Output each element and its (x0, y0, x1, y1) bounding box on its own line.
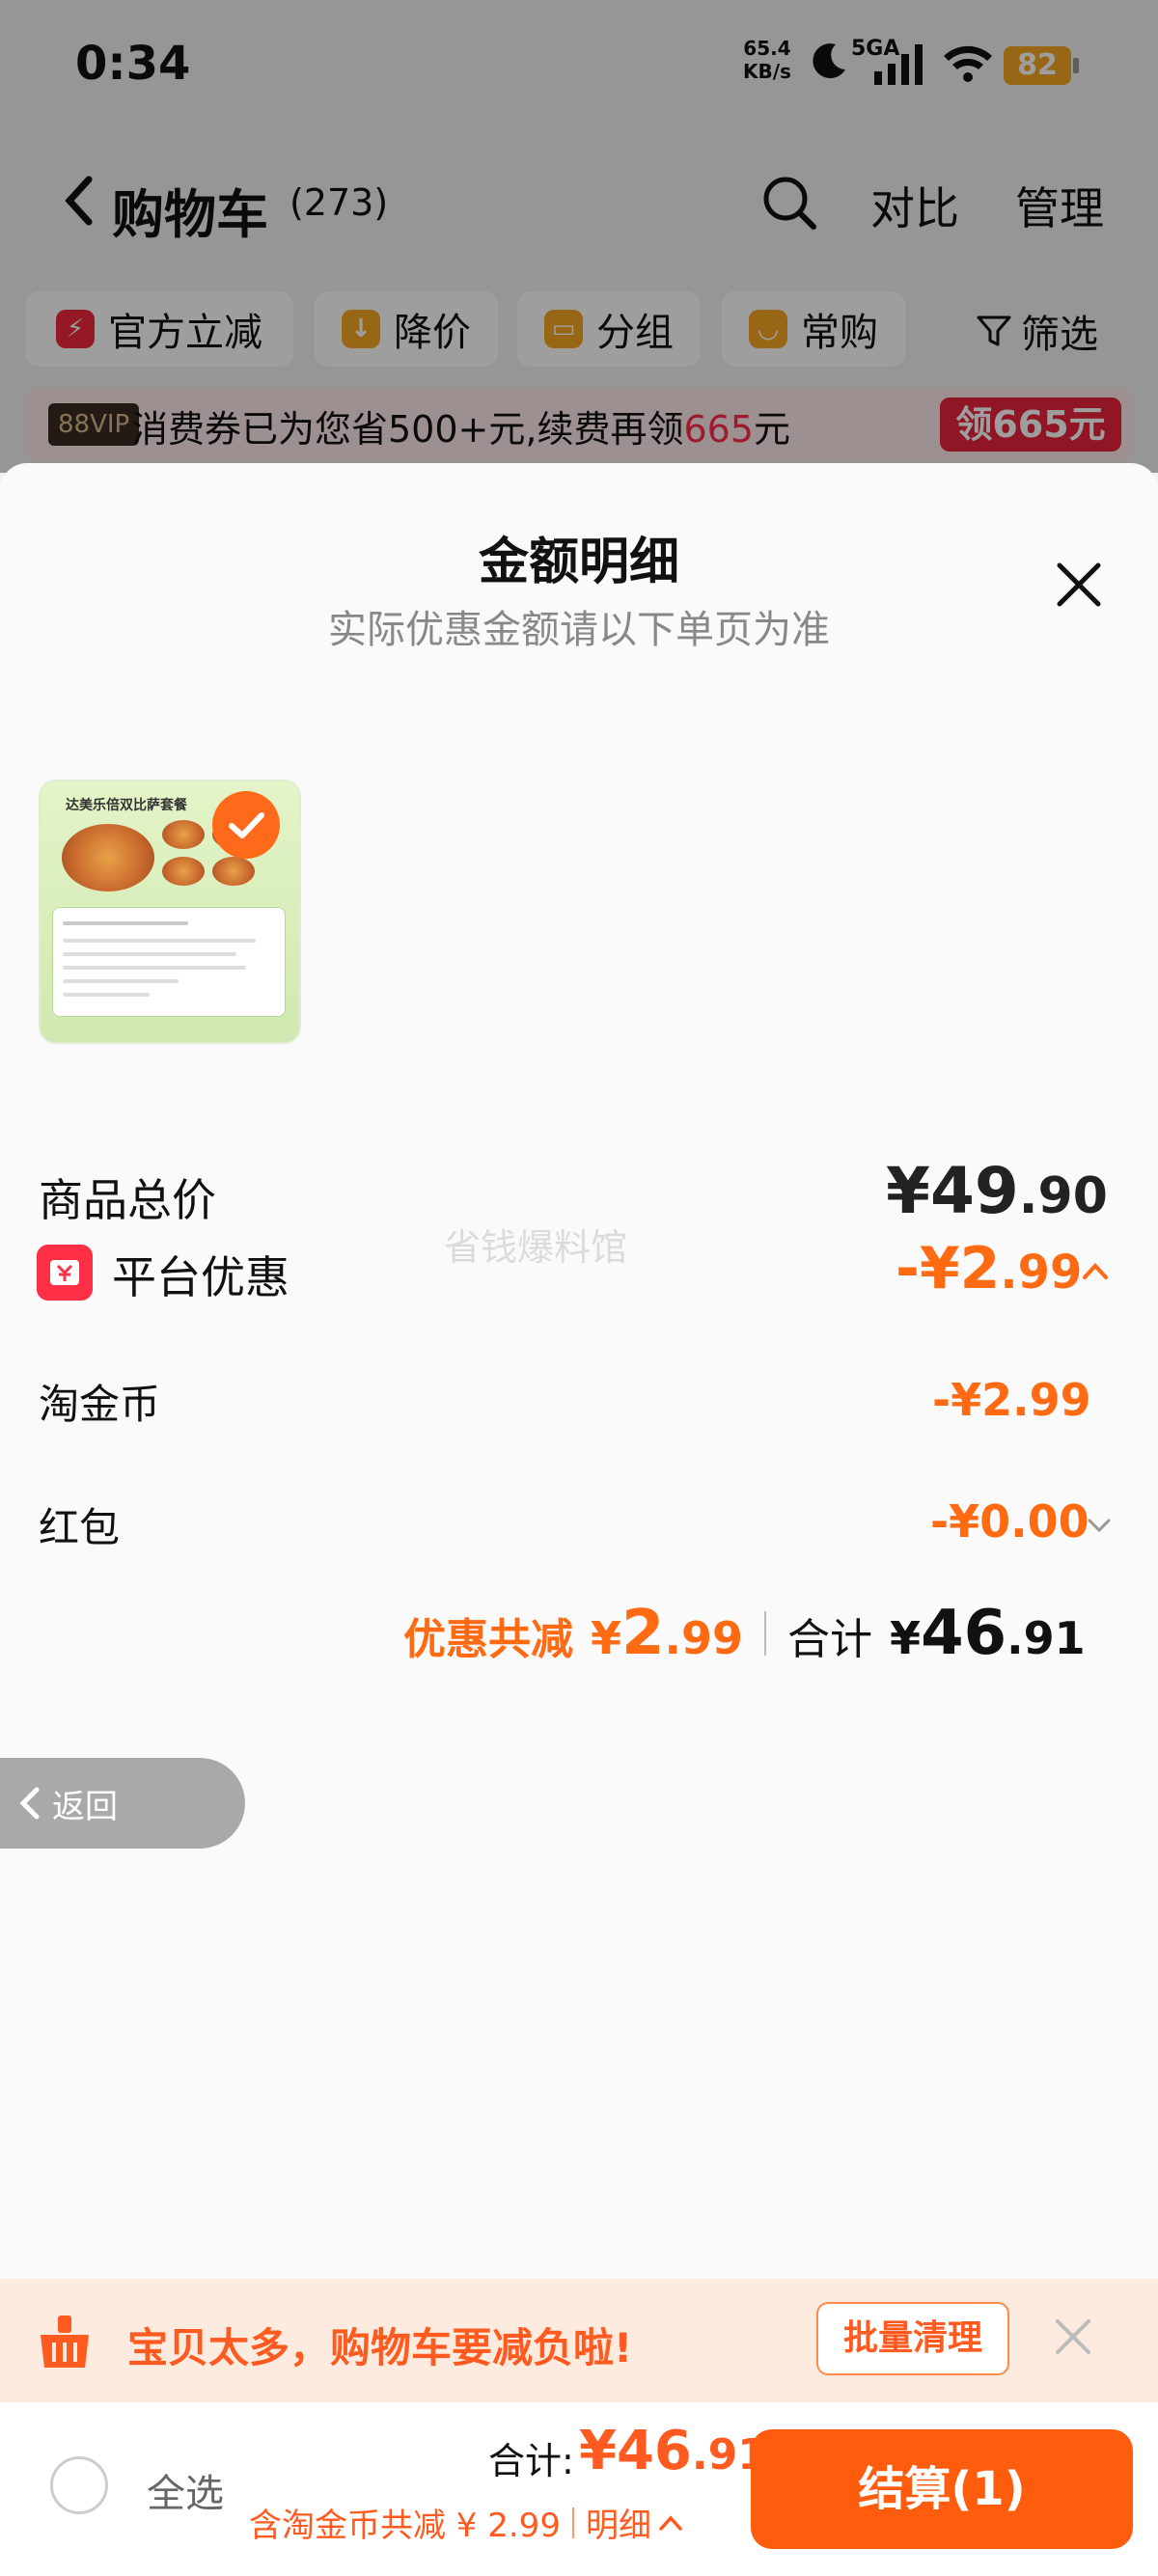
grand-total-label: 合计 (787, 1615, 873, 1664)
total-price-label: 商品总价 (39, 1174, 216, 1226)
red-packet-value: -¥0.00 (930, 1495, 1089, 1548)
text-line (63, 952, 236, 956)
cart-notice-bar: 宝贝太多，购物车要减负啦! 批量清理 (0, 2279, 1158, 2402)
text-line (63, 979, 179, 983)
broom-icon (41, 2316, 89, 2368)
divider (764, 1611, 767, 1656)
red-packet-label: 红包 (39, 1504, 121, 1551)
text-line (63, 921, 188, 925)
product-caption: 达美乐倍双比萨套餐 (66, 798, 187, 813)
back-chevron-icon (19, 1787, 40, 1820)
notice-text: 宝贝太多，购物车要减负啦! (127, 2324, 633, 2371)
back-label: 返回 (52, 1787, 118, 1826)
close-icon[interactable] (1050, 556, 1108, 614)
pizza-image (162, 857, 205, 886)
checkmark-icon[interactable] (212, 791, 280, 859)
detail-link[interactable]: 明细 (586, 2499, 651, 2546)
discount-total-int: 2 (621, 1598, 665, 1669)
sum-label: 合计: (488, 2440, 574, 2482)
platform-discount-icon (37, 1245, 93, 1301)
back-button[interactable]: 返回 (0, 1758, 245, 1849)
pizza-image (212, 857, 255, 886)
discount-total-label: 优惠共减 (403, 1615, 573, 1664)
text-line (63, 966, 246, 970)
discount-total-dec: .99 (664, 1612, 744, 1664)
pizza-image (162, 820, 205, 849)
total-price-value: ¥49.90 (886, 1154, 1108, 1228)
amount-detail-sheet: 金额明细 实际优惠金额请以下单页为准 达美乐倍双比萨套餐 省钱爆料馆 商品总价 … (0, 463, 1158, 2576)
sheet-title: 金额明细 (478, 534, 679, 591)
batch-clean-button[interactable]: 批量清理 (816, 2302, 1009, 2375)
chevron-up-icon (659, 2514, 682, 2531)
checkout-bar: 全选 合计: ¥46.91 含淘金币共减 ¥ 2.99 明细 结算(1) (0, 2402, 1158, 2576)
grand-total-dec: .91 (1006, 1612, 1086, 1664)
coin-value: -¥2.99 (932, 1374, 1091, 1426)
platform-discount-label: 平台优惠 (112, 1251, 290, 1303)
select-all-label[interactable]: 全选 (147, 2462, 224, 2518)
pizza-image (62, 824, 154, 891)
product-info-box (52, 907, 286, 1017)
grand-total-int: 46 (921, 1598, 1007, 1669)
watermark: 省钱爆料馆 (444, 1226, 628, 1269)
sum-value: ¥46.91 (579, 2420, 767, 2482)
divider (571, 2507, 574, 2538)
chevron-up-icon[interactable] (1081, 1256, 1110, 1285)
text-line (63, 993, 150, 997)
platform-discount-value: -¥2.99 (896, 1235, 1083, 1302)
close-icon[interactable] (1052, 2316, 1094, 2358)
chevron-down-icon[interactable] (1087, 1513, 1112, 1538)
checkout-button[interactable]: 结算(1) (751, 2429, 1133, 2549)
coin-discount-text: 含淘金币共减 ¥ 2.99 (249, 2507, 561, 2545)
sheet-subtitle: 实际优惠金额请以下单页为准 (328, 608, 830, 652)
select-all-checkbox[interactable] (50, 2456, 108, 2514)
text-line (63, 939, 256, 943)
discount-summary: 优惠共减 ¥ 2 .99 合计 ¥ 46 .91 (403, 1598, 1086, 1669)
modal-overlay[interactable] (0, 0, 1158, 473)
sum-detail[interactable]: 含淘金币共减 ¥ 2.99 明细 (249, 2499, 684, 2546)
coin-label: 淘金币 (39, 1381, 161, 1428)
